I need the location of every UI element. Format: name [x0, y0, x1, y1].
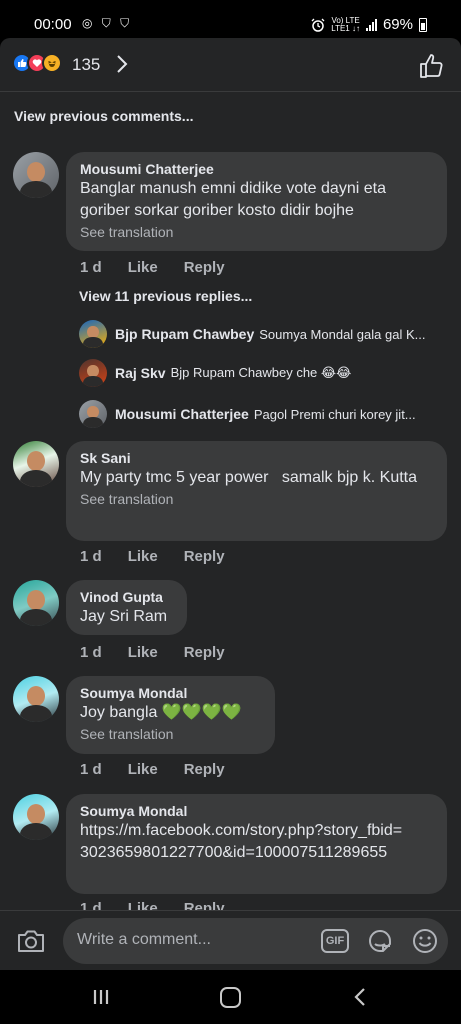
avatar[interactable] [13, 441, 59, 487]
like-thumb-icon[interactable] [417, 51, 447, 81]
home-button[interactable] [220, 987, 241, 1008]
see-translation-link[interactable]: See translation [80, 724, 261, 744]
reply-author[interactable]: Raj Skv [115, 365, 166, 381]
avatar[interactable] [79, 359, 107, 387]
avatar[interactable] [13, 794, 59, 840]
alarm-icon [311, 18, 325, 32]
reply-author[interactable]: Mousumi Chatterjee [115, 406, 249, 422]
reply-text: Soumya Mondal gala gal K... [259, 326, 426, 342]
battery-icon [419, 17, 427, 32]
comment-text: Joy bangla 💚💚💚💚 [80, 704, 242, 721]
like-button[interactable]: Like [128, 259, 158, 276]
comment-text: My party tmc 5 year power samalk bjp k. … [80, 469, 418, 486]
comment-time: 1 d [80, 761, 102, 778]
battery-text: 69% [382, 16, 413, 33]
system-nav-bar [0, 970, 461, 1024]
recent-apps-icon[interactable] [92, 988, 110, 1006]
see-translation-link[interactable]: See translation [80, 222, 433, 242]
notification-icons: ◎ ⛉ ⛉ [82, 16, 133, 30]
comment-input-placeholder: Write a comment... [77, 931, 211, 948]
back-icon[interactable] [352, 987, 368, 1007]
comment-text: Banglar manush emni didike vote dayni et… [80, 180, 386, 219]
reaction-summary-bar[interactable]: 135 [0, 38, 461, 92]
comment-actions: 1 d Like Reply [80, 761, 251, 778]
comment-bubble: Vinod Gupta Jay Sri Ram [66, 580, 187, 635]
status-right-group: Vo) LTE LTE1 ↓↑ 69% [311, 16, 427, 33]
reply-text: Pagol Premi churi korey jit... [253, 406, 416, 422]
avatar[interactable] [13, 580, 59, 626]
status-time: 00:00 [34, 16, 72, 33]
like-button[interactable]: Like [128, 761, 158, 778]
emoji-icon[interactable] [411, 927, 439, 955]
comment-time: 1 d [80, 259, 102, 276]
reply-button[interactable]: Reply [184, 548, 225, 565]
avatar[interactable] [13, 676, 59, 722]
comment-text: Jay Sri Ram [80, 608, 168, 625]
avatar[interactable] [79, 320, 107, 348]
gif-button[interactable]: GIF [321, 929, 349, 953]
avatar[interactable] [79, 400, 107, 428]
chevron-right-icon[interactable] [112, 53, 132, 75]
comment-author[interactable]: Sk Sani [80, 449, 433, 467]
reply-text: Bjp Rupam Chawbey che 😂😂 [170, 365, 352, 380]
reply-button[interactable]: Reply [184, 259, 225, 276]
comment-author[interactable]: Soumya Mondal [80, 684, 261, 702]
sticker-icon[interactable] [366, 927, 394, 955]
comments-sheet: 135 View previous comments... Mousumi Ch… [0, 38, 461, 970]
avatar[interactable] [13, 152, 59, 198]
comment-author[interactable]: Vinod Gupta [80, 588, 173, 606]
reply-author[interactable]: Bjp Rupam Chawbey [115, 326, 254, 342]
network-bottom: LTE1 ↓↑ [331, 23, 360, 33]
network-indicator: Vo) LTE LTE1 ↓↑ [331, 16, 360, 33]
like-button[interactable]: Like [128, 548, 158, 565]
comment-bubble: Mousumi Chatterjee Banglar manush emni d… [66, 152, 447, 251]
comment-actions: 1 d Like Reply [80, 644, 251, 661]
view-previous-comments-link[interactable]: View previous comments... [14, 108, 193, 124]
camera-icon[interactable] [16, 927, 46, 955]
comment-time: 1 d [80, 548, 102, 565]
haha-icon [42, 53, 62, 73]
view-previous-replies-link[interactable]: View 11 previous replies... [79, 288, 252, 304]
comment-actions: 1 d Like Reply [80, 259, 251, 276]
comment-time: 1 d [80, 644, 102, 661]
reply-button[interactable]: Reply [184, 761, 225, 778]
reply-button[interactable]: Reply [184, 644, 225, 661]
comment-bubble: Soumya Mondal https://m.facebook.com/sto… [66, 794, 447, 894]
status-bar: 00:00 ◎ ⛉ ⛉ Vo) LTE LTE1 ↓↑ 69% [0, 0, 461, 38]
reply-item[interactable]: Raj Skv Bjp Rupam Chawbey che 😂😂 [79, 359, 449, 387]
comment-author[interactable]: Soumya Mondal [80, 802, 433, 820]
reply-item[interactable]: Bjp Rupam Chawbey Soumya Mondal gala gal… [79, 320, 449, 348]
reaction-icons [12, 53, 62, 73]
comment-author[interactable]: Mousumi Chatterjee [80, 160, 433, 178]
like-button[interactable]: Like [128, 644, 158, 661]
comment-composer: Write a comment... GIF [0, 910, 461, 970]
reply-item[interactable]: Mousumi Chatterjee Pagol Premi churi kor… [79, 400, 449, 428]
comment-input[interactable]: Write a comment... GIF [63, 918, 448, 964]
comment-bubble: Soumya Mondal Joy bangla 💚💚💚💚 See transl… [66, 676, 275, 754]
comment-bubble: Sk Sani My party tmc 5 year power samalk… [66, 441, 447, 541]
see-translation-link[interactable]: See translation [80, 489, 433, 509]
comment-actions: 1 d Like Reply [80, 548, 251, 565]
comment-link-text[interactable]: https://m.facebook.com/story.php?story_f… [80, 820, 410, 864]
reaction-count[interactable]: 135 [72, 55, 100, 75]
signal-icon [365, 18, 377, 31]
